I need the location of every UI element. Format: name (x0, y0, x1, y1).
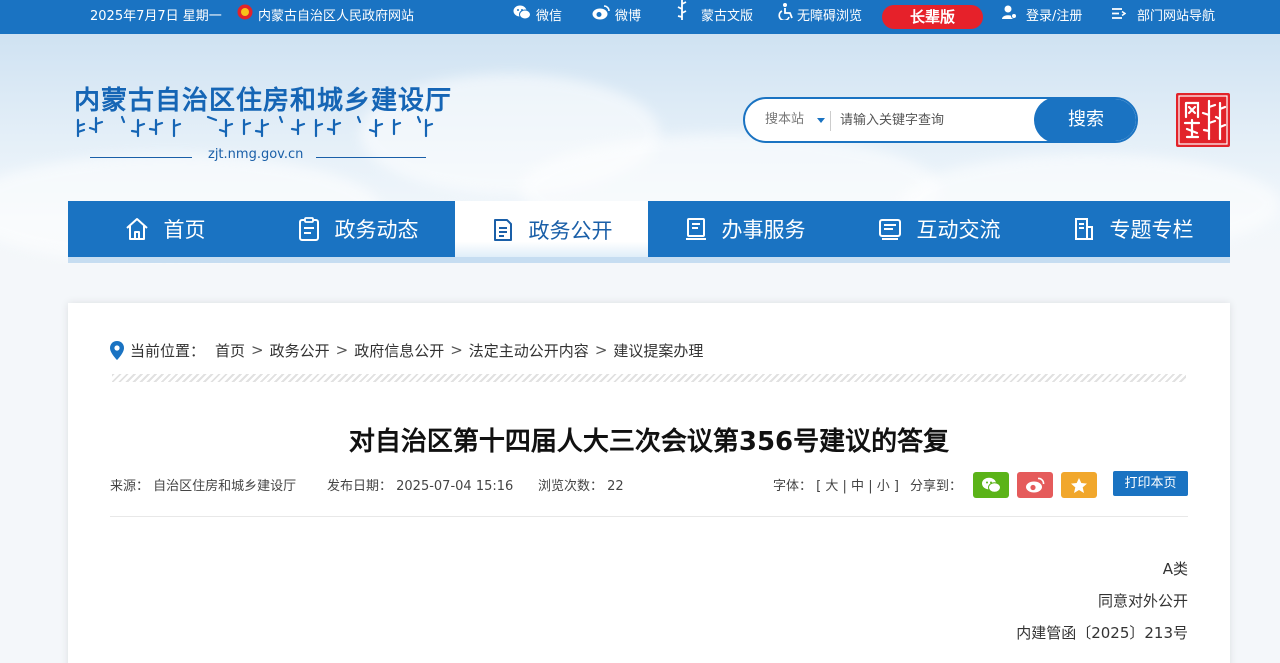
search-button[interactable]: 搜索 (1034, 99, 1136, 141)
breadcrumb-separator: > (450, 341, 463, 359)
breadcrumb-item-proposals[interactable]: 建议提案办理 (613, 340, 703, 361)
accessibility-icon (777, 0, 795, 34)
date-text: 2025年7月7日 星期一 (90, 9, 222, 24)
gov-site-link[interactable]: 内蒙古自治区人民政府网站 (237, 0, 414, 34)
login-link[interactable]: 登录/注册 (1001, 0, 1082, 34)
mongolian-site-name-logo (76, 114, 436, 144)
search-separator (830, 111, 831, 131)
divider: | (842, 479, 852, 494)
article-title: 对自治区第十四届人大三次会议第356号建议的答复 (348, 427, 950, 457)
clipboard-icon (298, 217, 319, 241)
menu-icon (1111, 0, 1127, 34)
document-icon (493, 219, 512, 241)
nav-item-topics[interactable]: 专题专栏 (1036, 201, 1229, 257)
accessible-link[interactable]: 无障碍浏览 (777, 0, 862, 34)
logo-rule-left (90, 157, 192, 158)
wechat-link[interactable]: 微信 (513, 0, 562, 34)
national-emblem-icon (237, 0, 253, 34)
logo-rule-right (316, 157, 426, 158)
print-button[interactable]: 打印本页 (1113, 471, 1188, 496)
article-source: 来源： 自治区住房和城乡建设厅 (110, 479, 297, 494)
wechat-label: 微信 (536, 9, 563, 24)
search-input[interactable] (840, 105, 1030, 135)
breadcrumb-separator: > (594, 341, 608, 359)
dept-nav-label: 部门网站导航 (1137, 9, 1216, 24)
nav-underline (68, 257, 1230, 263)
nav-label: 专题专栏 (1109, 218, 1194, 242)
nav-item-home[interactable]: 首页 (68, 201, 261, 257)
chevron-down-icon[interactable] (817, 118, 825, 123)
search-scope-select[interactable]: 搜本站 (765, 99, 804, 141)
chat-icon (878, 219, 901, 240)
nav-item-services[interactable]: 办事服务 (648, 201, 841, 257)
breadcrumb-item-home[interactable]: 首页 (215, 340, 245, 361)
favorite-button[interactable] (1061, 472, 1097, 498)
nav-label: 政务公开 (528, 219, 613, 243)
font-size-controls: 字体： [ 大 | 中 | 小 ] (773, 475, 899, 494)
nav-item-news[interactable]: 政务动态 (261, 201, 454, 257)
user-icon (1001, 0, 1017, 34)
breadcrumb-separator: > (335, 341, 349, 359)
nav-label: 政务动态 (334, 218, 419, 242)
accessible-label: 无障碍浏览 (797, 9, 863, 24)
share-weibo-button[interactable] (1017, 472, 1053, 498)
login-label: 登录/注册 (1026, 9, 1083, 24)
breadcrumb-item-gov-open[interactable]: 政务公开 (270, 340, 330, 361)
bracket: [ (816, 479, 826, 494)
nav-label: 互动交流 (916, 218, 1001, 242)
doc-classification: A类 (1162, 560, 1188, 578)
breadcrumb: 当前位置： 首页 > 政务公开 > 政府信息公开 > 法定主动公开内容 > 建议… (110, 339, 703, 361)
gov-site-label: 内蒙古自治区人民政府网站 (258, 9, 415, 24)
share-wechat-button[interactable] (973, 472, 1009, 498)
share-label: 分享到： (910, 479, 963, 494)
top-bar: 2025年7月7日 星期一 内蒙古自治区人民政府网站 微信 微博 蒙古文版 无障… (0, 0, 1280, 34)
font-size-label: 字体： (773, 479, 813, 494)
weibo-icon (1026, 477, 1045, 493)
nav-label: 首页 (163, 218, 206, 242)
hatched-divider (112, 374, 1186, 382)
mongol-version-label: 蒙古文版 (701, 9, 754, 24)
breadcrumb-label: 当前位置： (130, 341, 206, 360)
mongolian-script-icon (677, 0, 687, 35)
weibo-link[interactable]: 微博 (592, 0, 641, 34)
dept-nav-link[interactable]: 部门网站导航 (1111, 0, 1215, 34)
site-url: zjt.nmg.gov.cn (208, 147, 304, 162)
article-card: 当前位置： 首页 > 政务公开 > 政府信息公开 > 法定主动公开内容 > 建议… (68, 303, 1230, 663)
breadcrumb-separator: > (251, 341, 264, 359)
nav-label: 办事服务 (721, 218, 806, 242)
star-icon (1071, 477, 1087, 493)
location-pin-icon (110, 340, 124, 360)
font-small-button[interactable]: 小 (877, 479, 890, 494)
breadcrumb-item-info-open[interactable]: 政府信息公开 (354, 340, 444, 361)
search-bar: 搜本站 搜索 (743, 97, 1138, 143)
article-views: 浏览次数： 22 (538, 479, 624, 494)
site-name[interactable]: 内蒙古自治区住房和城乡建设厅 (74, 80, 452, 117)
article-publish-date: 发布日期： 2025-07-04 15:16 (327, 479, 514, 494)
mongol-version-link[interactable]: 蒙古文版 (677, 0, 753, 34)
service-icon (685, 218, 706, 240)
elder-version-button[interactable]: 长辈版 (882, 5, 983, 29)
mongolian-seal-logo[interactable] (1176, 93, 1230, 147)
bracket: ] (893, 479, 899, 494)
wechat-icon (513, 0, 531, 34)
doc-number: 内建管函〔2025〕213号 (1016, 624, 1188, 642)
doc-disclosure: 同意对外公开 (1097, 592, 1188, 610)
font-large-button[interactable]: 大 (825, 479, 838, 494)
nav-item-gov-open[interactable]: 政务公开 (455, 201, 648, 259)
font-medium-button[interactable]: 中 (851, 479, 864, 494)
weibo-label: 微博 (615, 9, 642, 24)
nav-item-interaction[interactable]: 互动交流 (842, 201, 1035, 257)
breadcrumb-item-statutory[interactable]: 法定主动公开内容 (469, 340, 589, 361)
wechat-icon (982, 477, 1001, 493)
topic-icon (1074, 218, 1093, 240)
main-nav: 首页 政务动态 政务公开 办事服务 互动交流 专题专栏 (68, 201, 1230, 259)
weibo-icon (592, 0, 610, 34)
divider: | (868, 479, 877, 494)
home-icon (125, 218, 148, 240)
meta-divider (110, 516, 1188, 517)
